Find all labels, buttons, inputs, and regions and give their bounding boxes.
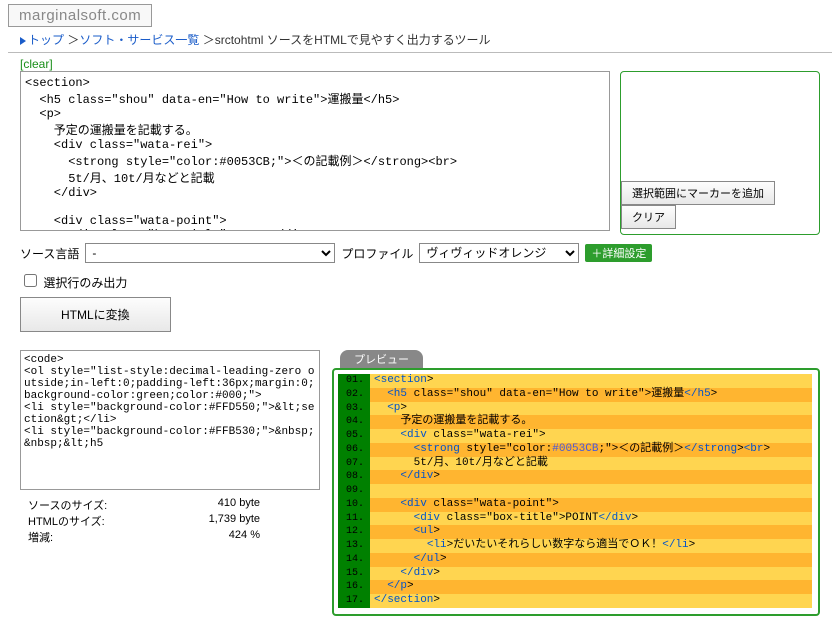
detail-settings-badge[interactable]: ＋詳細設定: [585, 244, 652, 262]
stat-html-value: 1,739 byte: [140, 513, 260, 529]
preview-line: <p>: [370, 402, 812, 416]
preview-line: <li>だいたいそれらしい数字なら適当でＯＫ！</li>: [370, 539, 812, 553]
selected-only-checkbox[interactable]: [24, 274, 37, 287]
breadcrumb-current: srctohtml ソースをHTMLで見やすく出力するツール: [215, 33, 491, 47]
clear-link[interactable]: [clear]: [20, 57, 53, 71]
stat-html-label: HTMLのサイズ:: [20, 513, 140, 529]
preview-line: 5t/月、10t/月などと記載: [370, 457, 812, 471]
add-marker-button[interactable]: 選択範囲にマーカーを追加: [621, 181, 775, 205]
preview-code-list: <section> <h5 class="shou" data-en="How …: [338, 374, 812, 608]
preview-line: [370, 484, 812, 498]
selected-only-text: 選択行のみ出力: [43, 276, 127, 290]
preview-line: <div class="wata-point">: [370, 498, 812, 512]
selected-only-label[interactable]: 選択行のみ出力: [20, 276, 127, 290]
preview-tab: プレビュー: [340, 350, 423, 368]
output-textarea[interactable]: [20, 350, 320, 490]
stat-src-value: 410 byte: [140, 497, 260, 513]
profile-label: プロファイル: [341, 245, 413, 262]
stat-src-label: ソースのサイズ:: [20, 497, 140, 513]
preview-line: <section>: [370, 374, 812, 388]
preview-line: </div>: [370, 567, 812, 581]
preview-line: </section>: [370, 594, 812, 608]
preview-line: <div class="box-title">POINT</div>: [370, 512, 812, 526]
breadcrumb-top[interactable]: トップ: [28, 33, 64, 47]
stats-block: ソースのサイズ:410 byte HTMLのサイズ:1,739 byte 増減:…: [20, 497, 320, 545]
preview-line: 予定の運搬量を記載する。: [370, 415, 812, 429]
site-logo[interactable]: marginalsoft.com: [8, 4, 152, 27]
preview-line: </p>: [370, 580, 812, 594]
breadcrumb: トップ ＞ソフト・サービス一覧 ＞srctohtml ソースをHTMLで見やすく…: [20, 31, 832, 48]
profile-select[interactable]: ヴィヴィッドオレンジ: [419, 243, 579, 263]
preview-line: <ul>: [370, 525, 812, 539]
preview-line: <div class="wata-rei">: [370, 429, 812, 443]
marker-panel: 選択範囲にマーカーを追加 クリア: [620, 71, 820, 235]
breadcrumb-list[interactable]: ソフト・サービス一覧: [79, 33, 199, 47]
stat-ratio-value: 424 %: [140, 529, 260, 545]
preview-box: <section> <h5 class="shou" data-en="How …: [332, 368, 820, 616]
convert-button[interactable]: HTMLに変換: [20, 297, 171, 332]
preview-line: <h5 class="shou" data-en="How to write">…: [370, 388, 812, 402]
preview-line: <strong style="color:#0053CB;">＜の記載例＞</s…: [370, 443, 812, 457]
source-lang-select[interactable]: -: [85, 243, 335, 263]
source-lang-label: ソース言語: [20, 245, 79, 262]
source-textarea[interactable]: [20, 71, 610, 231]
preview-line: </div>: [370, 470, 812, 484]
stat-ratio-label: 増減:: [20, 529, 140, 545]
clear-marker-button[interactable]: クリア: [621, 205, 676, 229]
preview-line: </ul>: [370, 553, 812, 567]
triangle-right-icon: [20, 37, 26, 45]
